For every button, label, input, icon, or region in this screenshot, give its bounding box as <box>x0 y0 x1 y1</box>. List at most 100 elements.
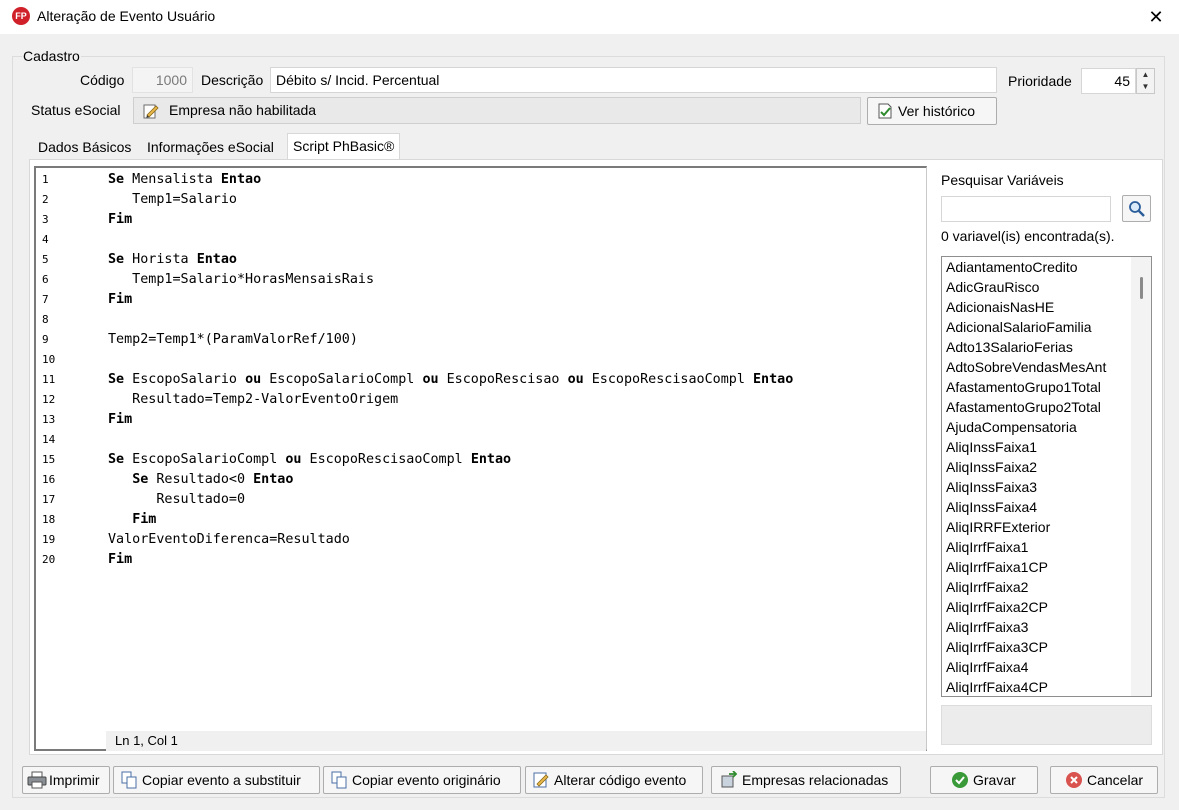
script-editor[interactable]: 1 2 3 4 5 6 7 8 9 10 11 12 13 14 15 16 17 18 19 20 Se Mensa… <box>34 166 927 751</box>
copy-icon <box>330 771 348 789</box>
variable-list-item[interactable]: AliqIrrfFaixa1CP <box>946 557 1048 577</box>
search-variables-input[interactable] <box>941 196 1111 222</box>
code-text: Mensalista <box>124 172 221 187</box>
variable-list-item[interactable]: Adto13SalarioFerias <box>946 337 1073 357</box>
line-number: 13 <box>42 413 56 426</box>
code-line[interactable]: Fim <box>108 410 132 430</box>
variable-list-item[interactable]: AliqInssFaixa3 <box>946 477 1037 497</box>
code-keyword: Entao <box>253 472 294 487</box>
code-line[interactable]: Fim <box>108 510 156 530</box>
variable-list-item[interactable]: AliqIrrfFaixa2 <box>946 577 1028 597</box>
copiar-evento-originario-button[interactable]: Copiar evento originário <box>323 766 521 794</box>
imprimir-button[interactable]: Imprimir <box>22 766 110 794</box>
variable-list-item[interactable]: AliqIRRFExterior <box>946 517 1050 537</box>
descricao-field[interactable]: Débito s/ Incid. Percentual <box>270 67 997 93</box>
codigo-label: Código <box>80 72 125 88</box>
prioridade-field[interactable]: 45 <box>1081 68 1136 94</box>
variable-list-item[interactable]: AliqIrrfFaixa3CP <box>946 637 1048 657</box>
variable-list-item[interactable]: AliqIrrfFaixa3 <box>946 617 1028 637</box>
line-number: 16 <box>42 473 56 486</box>
variables-found-count: 0 variavel(is) encontrada(s). <box>941 228 1115 244</box>
variable-list-item[interactable]: AliqIrrfFaixa4 <box>946 657 1028 677</box>
code-line[interactable]: Temp1=Salario*HorasMensaisRais <box>108 270 374 290</box>
cadastro-group-label: Cadastro <box>22 48 81 64</box>
variable-list-item[interactable]: AjudaCompensatoria <box>946 417 1077 437</box>
spin-down-icon[interactable]: ▼ <box>1137 81 1154 93</box>
code-line[interactable]: Temp1=Salario <box>108 190 237 210</box>
variable-list-item[interactable]: AliqIrrfFaixa4CP <box>946 677 1048 696</box>
code-line[interactable]: ValorEventoDiferenca=Resultado <box>108 530 350 550</box>
variable-list-item[interactable]: AdicionalSalarioFamilia <box>946 317 1092 337</box>
cursor-position: Ln 1, Col 1 <box>106 731 926 751</box>
code-text: Horista <box>124 252 197 267</box>
status-esocial-value: Empresa não habilitada <box>169 102 317 118</box>
variable-list-item[interactable]: AliqInssFaixa1 <box>946 437 1037 457</box>
code-keyword: ou <box>245 372 262 387</box>
alterar-codigo-evento-button[interactable]: Alterar código evento <box>525 766 703 794</box>
variable-list-item[interactable]: AdicionaisNasHE <box>946 297 1054 317</box>
code-line[interactable]: Se Horista Entao <box>108 250 237 270</box>
variable-list-item[interactable]: AfastamentoGrupo2Total <box>946 397 1101 417</box>
line-number: 8 <box>42 313 49 326</box>
line-number: 4 <box>42 233 49 246</box>
code-line[interactable]: Se Resultado<0 Entao <box>108 470 293 490</box>
variable-list-item[interactable]: AdiantamentoCredito <box>946 257 1078 277</box>
variable-list-item[interactable]: AdicGrauRisco <box>946 277 1039 297</box>
tab-informacoes-esocial[interactable]: Informações eSocial <box>142 135 279 160</box>
code-keyword: Entao <box>753 372 794 387</box>
tab-dados-basicos[interactable]: Dados Básicos <box>33 135 136 160</box>
code-line[interactable]: Resultado=Temp2-ValorEventoOrigem <box>108 390 398 410</box>
variable-list-item[interactable]: AliqIrrfFaixa1 <box>946 537 1028 557</box>
spin-up-icon[interactable]: ▲ <box>1137 69 1154 81</box>
code-line[interactable]: Fim <box>108 210 132 230</box>
code-line[interactable]: Fim <box>108 550 132 570</box>
line-number: 3 <box>42 213 49 226</box>
empresas-relacionadas-label: Empresas relacionadas <box>742 772 889 788</box>
code-line[interactable]: Se EscopoSalarioCompl ou EscopoRescisaoC… <box>108 450 511 470</box>
copiar-evento-substituir-button[interactable]: Copiar evento a substituir <box>113 766 320 794</box>
code-keyword: Se <box>108 172 125 187</box>
search-button[interactable] <box>1122 195 1151 222</box>
code-text: Temp1=Salario <box>108 192 237 207</box>
app-logo-icon: FP <box>12 7 30 25</box>
code-line[interactable]: Resultado=0 <box>108 490 245 510</box>
search-icon <box>1128 200 1146 221</box>
edit-document-icon <box>532 771 550 789</box>
prioridade-spinner[interactable]: ▲ ▼ <box>1136 68 1155 94</box>
code-line[interactable]: Temp2=Temp1*(ParamValorRef/100) <box>108 330 358 350</box>
variables-list[interactable]: AdiantamentoCredito AdicGrauRisco Adiciona… <box>941 256 1152 697</box>
code-text: Resultado=0 <box>108 492 246 507</box>
code-text: EscopoSalarioCompl <box>124 452 286 467</box>
variable-list-item[interactable]: AliqInssFaixa2 <box>946 457 1037 477</box>
code-line[interactable]: Se Mensalista Entao <box>108 170 261 190</box>
code-keyword: Fim <box>108 292 133 307</box>
gravar-button[interactable]: Gravar <box>930 766 1038 794</box>
line-number: 15 <box>42 453 56 466</box>
line-number: 11 <box>42 373 56 386</box>
code-text: Temp2=Temp1*(ParamValorRef/100) <box>108 332 358 347</box>
tab-script-phbasic[interactable]: Script PhBasic® <box>287 133 401 160</box>
title-bar: FP Alteração de Evento Usuário ✕ <box>0 0 1179 34</box>
code-keyword: Se <box>108 372 125 387</box>
code-line[interactable]: Se EscopoSalario ou EscopoSalarioCompl o… <box>108 370 793 390</box>
printer-icon <box>27 771 47 789</box>
variable-list-item[interactable]: AliqIrrfFaixa2CP <box>946 597 1048 617</box>
code-keyword: Entao <box>470 452 512 467</box>
cancelar-button[interactable]: Cancelar <box>1050 766 1158 794</box>
code-area[interactable]: Se Mensalista Entao Temp1=Salario Fim Se H… <box>108 168 926 749</box>
codigo-field[interactable]: 1000 <box>132 67 193 93</box>
prioridade-label: Prioridade <box>1008 73 1072 89</box>
code-text: Resultado<0 <box>148 472 254 487</box>
variable-list-item[interactable]: AliqInssFaixa4 <box>946 497 1037 517</box>
code-text: EscopoSalario <box>124 372 246 387</box>
empresas-relacionadas-button[interactable]: Empresas relacionadas <box>711 766 901 794</box>
variable-list-item[interactable]: AfastamentoGrupo1Total <box>946 377 1101 397</box>
cancelar-label: Cancelar <box>1087 772 1144 788</box>
close-button[interactable]: ✕ <box>1143 4 1169 30</box>
code-text: ValorEventoDiferenca=Resultado <box>108 532 350 547</box>
ver-historico-button[interactable]: Ver histórico <box>867 97 997 125</box>
code-line[interactable]: Fim <box>108 290 132 310</box>
variables-scrollbar[interactable] <box>1131 257 1151 696</box>
variables-scroll-thumb[interactable] <box>1140 277 1143 299</box>
variable-list-item[interactable]: AdtoSobreVendasMesAnt <box>946 357 1106 377</box>
